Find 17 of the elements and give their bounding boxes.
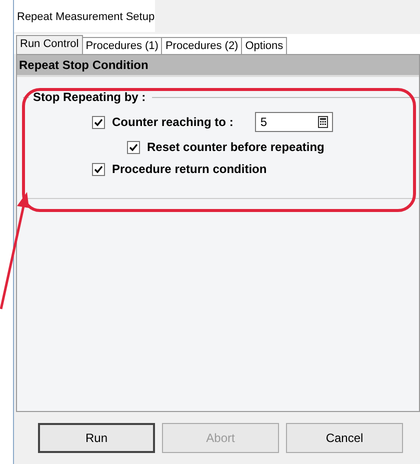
- window-title: Repeat Measurement Setup: [14, 0, 155, 32]
- number-field[interactable]: 5: [255, 112, 334, 132]
- checkbox[interactable]: [127, 140, 140, 154]
- section-header: Repeat Stop Condition: [17, 55, 419, 77]
- checkbox-label: Procedure return condition: [112, 162, 267, 176]
- tab[interactable]: Run Control: [16, 35, 83, 54]
- checkbox-label: Counter reaching to :: [112, 115, 234, 129]
- tab[interactable]: Procedures (1): [82, 37, 162, 54]
- dialog-button[interactable]: Run: [38, 423, 155, 453]
- dialog-button[interactable]: Cancel: [286, 423, 403, 453]
- checkbox[interactable]: [92, 116, 105, 128]
- group-title: Stop Repeating by :: [29, 90, 152, 104]
- tab[interactable]: Procedures (2): [161, 37, 242, 54]
- tab[interactable]: Options: [241, 37, 288, 54]
- checkbox[interactable]: [92, 162, 105, 176]
- checkbox-label: Reset counter before repeating: [147, 140, 324, 154]
- calculator-icon[interactable]: [318, 116, 328, 128]
